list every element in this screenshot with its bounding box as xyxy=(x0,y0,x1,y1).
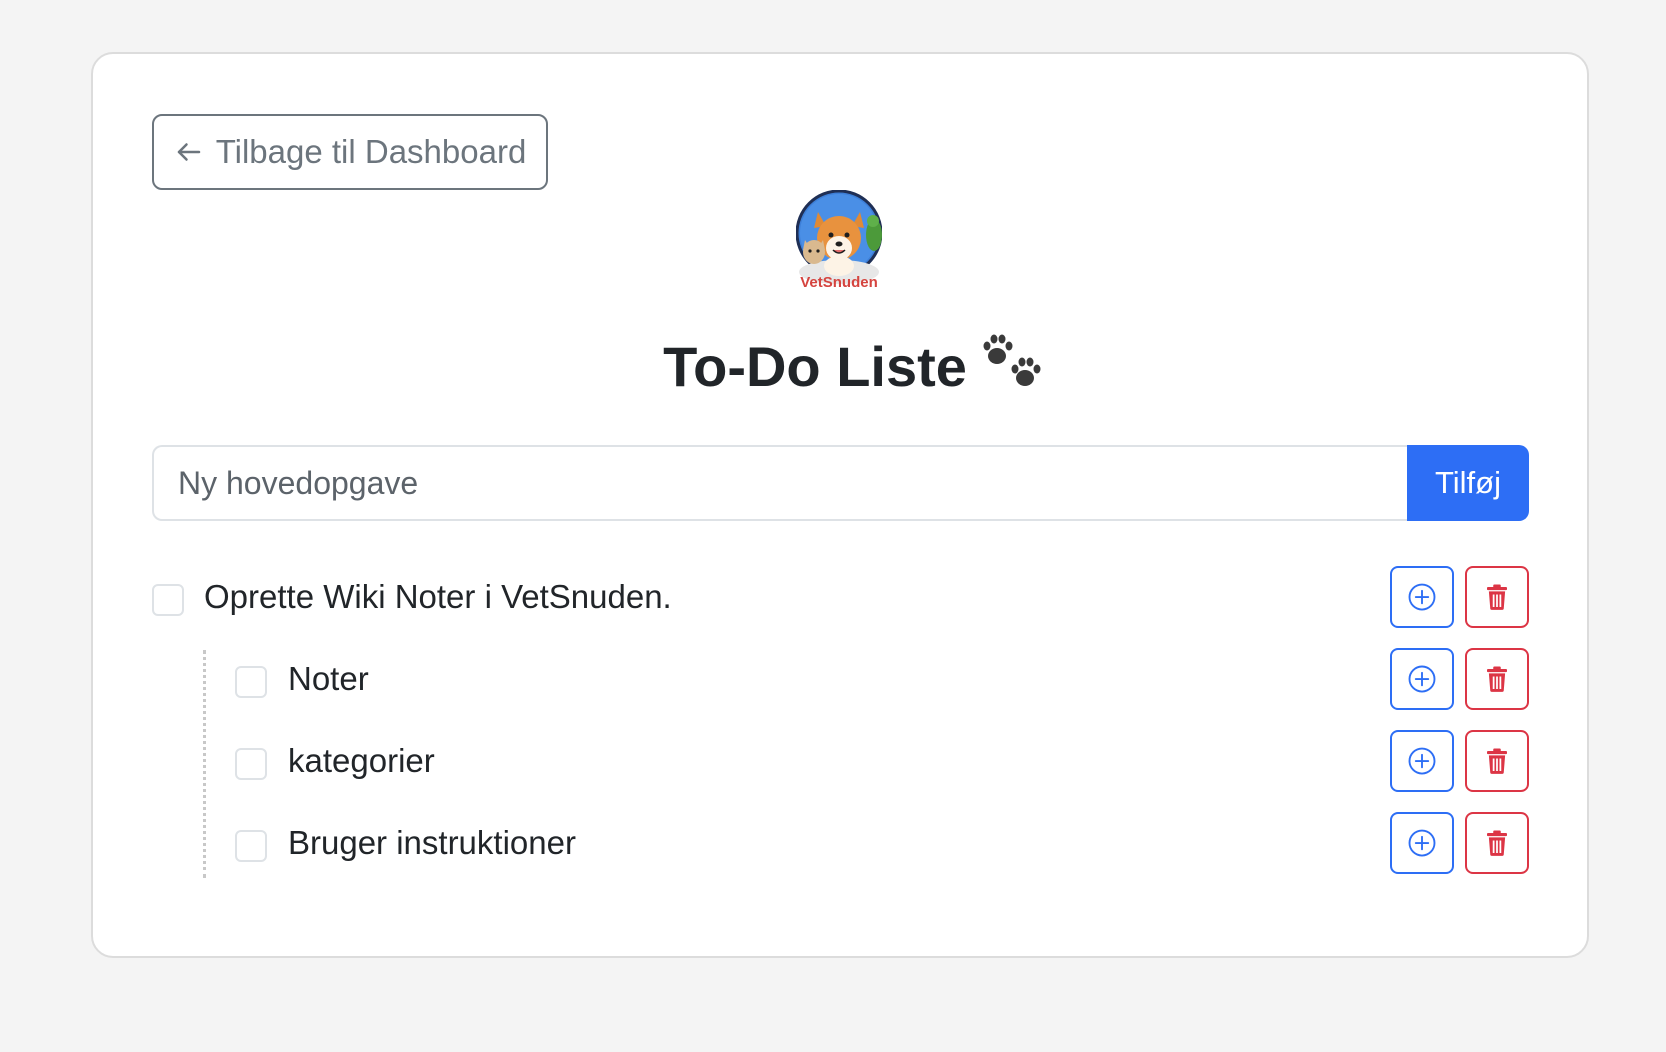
delete-task-button[interactable] xyxy=(1465,812,1529,874)
subtask-checkbox[interactable] xyxy=(235,666,267,698)
new-task-form: Tilføj xyxy=(152,445,1529,521)
plus-circle-icon xyxy=(1408,665,1436,693)
add-task-button[interactable]: Tilføj xyxy=(1407,445,1529,521)
title-row: To-Do Liste xyxy=(0,326,1666,406)
logo-text: VetSnuden xyxy=(800,274,878,290)
trash-icon xyxy=(1487,584,1507,610)
task-row: Oprette Wiki Noter i VetSnuden. xyxy=(152,566,1529,628)
trash-icon xyxy=(1487,748,1507,774)
subtask-label: Bruger instruktioner xyxy=(288,824,576,861)
new-task-input[interactable] xyxy=(152,445,1407,521)
delete-task-button[interactable] xyxy=(1465,730,1529,792)
subtask-row: kategorier xyxy=(152,730,1529,792)
plus-circle-icon xyxy=(1408,747,1436,775)
trash-icon xyxy=(1487,830,1507,856)
plus-circle-icon xyxy=(1408,583,1436,611)
task-checkbox[interactable] xyxy=(152,584,184,616)
add-subtask-button[interactable] xyxy=(1390,812,1454,874)
subtask-label: Noter xyxy=(288,660,369,697)
subtask-checkbox[interactable] xyxy=(235,748,267,780)
subtask-row: Noter xyxy=(152,648,1529,710)
add-subtask-button[interactable] xyxy=(1390,648,1454,710)
arrow-left-icon xyxy=(177,143,200,161)
add-subtask-button[interactable] xyxy=(1390,566,1454,628)
page-title: To-Do Liste xyxy=(663,334,967,398)
delete-task-button[interactable] xyxy=(1465,566,1529,628)
task-label: Oprette Wiki Noter i VetSnuden. xyxy=(204,578,672,615)
back-to-dashboard-button[interactable]: Tilbage til Dashboard xyxy=(152,114,548,190)
subtask-checkbox[interactable] xyxy=(235,830,267,862)
delete-task-button[interactable] xyxy=(1465,648,1529,710)
trash-icon xyxy=(1487,666,1507,692)
subtask-label: kategorier xyxy=(288,742,435,779)
add-subtask-button[interactable] xyxy=(1390,730,1454,792)
plus-circle-icon xyxy=(1408,829,1436,857)
vetsnuden-logo: VetSnuden xyxy=(796,190,882,290)
paw-prints-icon xyxy=(983,334,1041,386)
back-button-label: Tilbage til Dashboard xyxy=(215,133,527,170)
subtask-row: Bruger instruktioner xyxy=(152,812,1529,874)
